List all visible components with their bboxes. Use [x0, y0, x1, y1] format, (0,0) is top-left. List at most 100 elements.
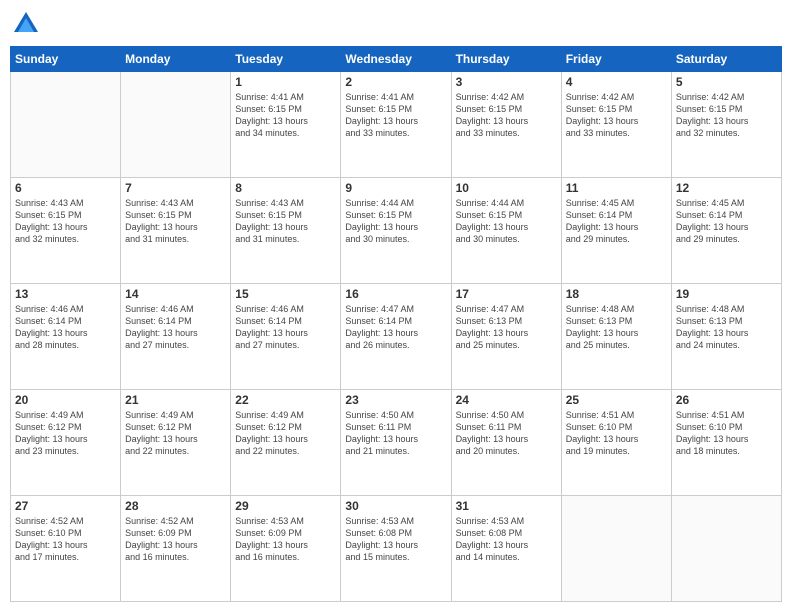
day-info: Sunrise: 4:49 AMSunset: 6:12 PMDaylight:… [15, 409, 116, 458]
day-number: 11 [566, 181, 667, 195]
calendar-cell: 17Sunrise: 4:47 AMSunset: 6:13 PMDayligh… [451, 284, 561, 390]
logo-icon [12, 10, 40, 38]
day-number: 7 [125, 181, 226, 195]
calendar-cell: 2 Sunrise: 4:41 AMSunset: 6:15 PMDaylight… [341, 72, 451, 178]
header [10, 10, 782, 38]
day-number: 18 [566, 287, 667, 301]
day-info: Sunrise: 4:48 AMSunset: 6:13 PMDaylight:… [566, 303, 667, 352]
day-number: 26 [676, 393, 777, 407]
day-number: 20 [15, 393, 116, 407]
calendar-cell: 7 Sunrise: 4:43 AMSunset: 6:15 PMDaylight… [121, 178, 231, 284]
day-info: Sunrise: 4:42 AMSunset: 6:15 PMDaylight:… [566, 91, 667, 140]
calendar-week-row: 20 Sunrise: 4:49 AMSunset: 6:12 PMDayligh… [11, 390, 782, 496]
day-info: Sunrise: 4:53 AMSunset: 6:08 PMDaylight:… [456, 515, 557, 564]
day-number: 19 [676, 287, 777, 301]
day-info: Sunrise: 4:52 AMSunset: 6:10 PMDaylight:… [15, 515, 116, 564]
day-of-week-header: Sunday [11, 47, 121, 72]
day-info: Sunrise: 4:53 AMSunset: 6:09 PMDaylight:… [235, 515, 336, 564]
day-info: Sunrise: 4:47 AMSunset: 6:13 PMDaylight:… [456, 303, 557, 352]
day-info: Sunrise: 4:47 AMSunset: 6:14 PMDaylight:… [345, 303, 446, 352]
day-info: Sunrise: 4:46 AMSunset: 6:14 PMDaylight:… [125, 303, 226, 352]
day-info: Sunrise: 4:51 AMSunset: 6:10 PMDaylight:… [566, 409, 667, 458]
logo [10, 10, 40, 38]
calendar-cell: 31 Sunrise: 4:53 AMSunset: 6:08 PMDayligh… [451, 496, 561, 602]
day-info: Sunrise: 4:49 AMSunset: 6:12 PMDaylight:… [125, 409, 226, 458]
day-info: Sunrise: 4:49 AMSunset: 6:12 PMDaylight:… [235, 409, 336, 458]
day-number: 15 [235, 287, 336, 301]
calendar-cell: 14Sunrise: 4:46 AMSunset: 6:14 PMDayligh… [121, 284, 231, 390]
day-info: Sunrise: 4:43 AMSunset: 6:15 PMDaylight:… [125, 197, 226, 246]
day-info: Sunrise: 4:41 AMSunset: 6:15 PMDaylight:… [235, 91, 336, 140]
day-info: Sunrise: 4:43 AMSunset: 6:15 PMDaylight:… [15, 197, 116, 246]
calendar-cell [671, 496, 781, 602]
calendar-cell: 21 Sunrise: 4:49 AMSunset: 6:12 PMDayligh… [121, 390, 231, 496]
day-of-week-header: Thursday [451, 47, 561, 72]
header-row: SundayMondayTuesdayWednesdayThursdayFrid… [11, 47, 782, 72]
calendar-cell [121, 72, 231, 178]
calendar-cell: 6Sunrise: 4:43 AMSunset: 6:15 PMDaylight… [11, 178, 121, 284]
day-info: Sunrise: 4:45 AMSunset: 6:14 PMDaylight:… [676, 197, 777, 246]
calendar-cell: 5 Sunrise: 4:42 AMSunset: 6:15 PMDaylight… [671, 72, 781, 178]
calendar-cell: 22 Sunrise: 4:49 AMSunset: 6:12 PMDayligh… [231, 390, 341, 496]
calendar-cell [11, 72, 121, 178]
day-number: 4 [566, 75, 667, 89]
day-number: 16 [345, 287, 446, 301]
calendar-cell: 9 Sunrise: 4:44 AMSunset: 6:15 PMDaylight… [341, 178, 451, 284]
day-number: 22 [235, 393, 336, 407]
calendar-cell: 18 Sunrise: 4:48 AMSunset: 6:13 PMDayligh… [561, 284, 671, 390]
calendar-week-row: 27 Sunrise: 4:52 AMSunset: 6:10 PMDayligh… [11, 496, 782, 602]
day-number: 13 [15, 287, 116, 301]
calendar-cell: 12 Sunrise: 4:45 AMSunset: 6:14 PMDayligh… [671, 178, 781, 284]
calendar-cell: 8 Sunrise: 4:43 AMSunset: 6:15 PMDaylight… [231, 178, 341, 284]
day-number: 3 [456, 75, 557, 89]
calendar-cell: 3 Sunrise: 4:42 AMSunset: 6:15 PMDaylight… [451, 72, 561, 178]
day-info: Sunrise: 4:50 AMSunset: 6:11 PMDaylight:… [456, 409, 557, 458]
calendar-cell: 16 Sunrise: 4:47 AMSunset: 6:14 PMDayligh… [341, 284, 451, 390]
day-number: 12 [676, 181, 777, 195]
calendar-cell: 1 Sunrise: 4:41 AMSunset: 6:15 PMDaylight… [231, 72, 341, 178]
day-info: Sunrise: 4:42 AMSunset: 6:15 PMDaylight:… [456, 91, 557, 140]
day-number: 27 [15, 499, 116, 513]
day-info: Sunrise: 4:50 AMSunset: 6:11 PMDaylight:… [345, 409, 446, 458]
calendar-week-row: 6Sunrise: 4:43 AMSunset: 6:15 PMDaylight… [11, 178, 782, 284]
calendar-cell [561, 496, 671, 602]
calendar-cell: 23Sunrise: 4:50 AMSunset: 6:11 PMDayligh… [341, 390, 451, 496]
day-number: 31 [456, 499, 557, 513]
calendar-cell: 20 Sunrise: 4:49 AMSunset: 6:12 PMDayligh… [11, 390, 121, 496]
day-of-week-header: Friday [561, 47, 671, 72]
day-info: Sunrise: 4:53 AMSunset: 6:08 PMDaylight:… [345, 515, 446, 564]
day-of-week-header: Wednesday [341, 47, 451, 72]
day-number: 25 [566, 393, 667, 407]
day-info: Sunrise: 4:51 AMSunset: 6:10 PMDaylight:… [676, 409, 777, 458]
day-number: 9 [345, 181, 446, 195]
calendar-header: SundayMondayTuesdayWednesdayThursdayFrid… [11, 47, 782, 72]
day-info: Sunrise: 4:43 AMSunset: 6:15 PMDaylight:… [235, 197, 336, 246]
day-of-week-header: Saturday [671, 47, 781, 72]
day-of-week-header: Tuesday [231, 47, 341, 72]
day-number: 5 [676, 75, 777, 89]
day-of-week-header: Monday [121, 47, 231, 72]
day-info: Sunrise: 4:46 AMSunset: 6:14 PMDaylight:… [15, 303, 116, 352]
calendar-cell: 27 Sunrise: 4:52 AMSunset: 6:10 PMDayligh… [11, 496, 121, 602]
day-number: 10 [456, 181, 557, 195]
day-info: Sunrise: 4:41 AMSunset: 6:15 PMDaylight:… [345, 91, 446, 140]
day-number: 1 [235, 75, 336, 89]
calendar-cell: 24 Sunrise: 4:50 AMSunset: 6:11 PMDayligh… [451, 390, 561, 496]
day-number: 24 [456, 393, 557, 407]
calendar-cell: 29Sunrise: 4:53 AMSunset: 6:09 PMDayligh… [231, 496, 341, 602]
day-info: Sunrise: 4:52 AMSunset: 6:09 PMDaylight:… [125, 515, 226, 564]
calendar-body: 1 Sunrise: 4:41 AMSunset: 6:15 PMDaylight… [11, 72, 782, 602]
day-number: 21 [125, 393, 226, 407]
day-info: Sunrise: 4:42 AMSunset: 6:15 PMDaylight:… [676, 91, 777, 140]
day-info: Sunrise: 4:44 AMSunset: 6:15 PMDaylight:… [345, 197, 446, 246]
calendar-cell: 13 Sunrise: 4:46 AMSunset: 6:14 PMDayligh… [11, 284, 121, 390]
calendar-week-row: 13 Sunrise: 4:46 AMSunset: 6:14 PMDayligh… [11, 284, 782, 390]
calendar-cell: 15 Sunrise: 4:46 AMSunset: 6:14 PMDayligh… [231, 284, 341, 390]
calendar-week-row: 1 Sunrise: 4:41 AMSunset: 6:15 PMDaylight… [11, 72, 782, 178]
day-info: Sunrise: 4:46 AMSunset: 6:14 PMDaylight:… [235, 303, 336, 352]
day-info: Sunrise: 4:48 AMSunset: 6:13 PMDaylight:… [676, 303, 777, 352]
calendar-cell: 10Sunrise: 4:44 AMSunset: 6:15 PMDayligh… [451, 178, 561, 284]
day-number: 2 [345, 75, 446, 89]
calendar-cell: 30Sunrise: 4:53 AMSunset: 6:08 PMDayligh… [341, 496, 451, 602]
day-number: 8 [235, 181, 336, 195]
